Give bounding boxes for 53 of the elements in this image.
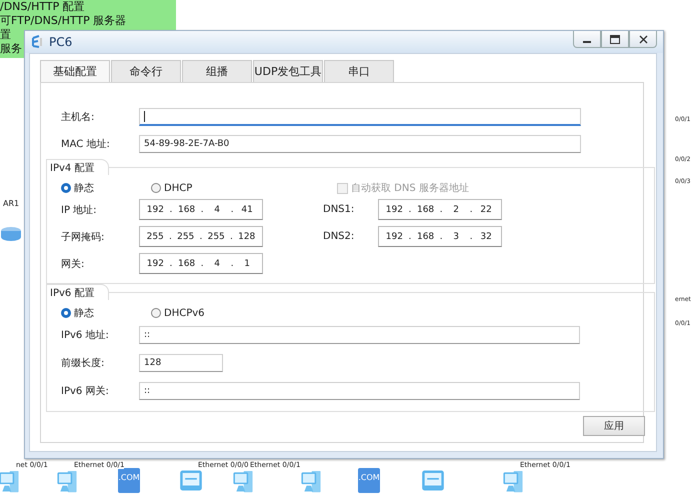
radio-button[interactable] bbox=[151, 308, 161, 318]
radio-button[interactable] bbox=[61, 183, 71, 193]
ipv6-address-field[interactable]: :: bbox=[139, 326, 580, 344]
tab[interactable]: 组播 bbox=[182, 60, 252, 82]
ipv6-gateway-field[interactable]: :: bbox=[139, 382, 580, 400]
prefix-length-field[interactable]: 128 bbox=[139, 354, 223, 372]
note-text: 服务 bbox=[0, 42, 22, 56]
field-label: 网关: bbox=[61, 258, 86, 270]
router-label: AR1 bbox=[3, 199, 20, 208]
radio-label: 静态 bbox=[74, 182, 94, 195]
ip-field[interactable]: 192 . 168 . 2 . 22 bbox=[378, 199, 502, 220]
radio-label: 静态 bbox=[74, 306, 94, 320]
server-label: .COM bbox=[118, 473, 140, 483]
note-text: 置 bbox=[0, 28, 11, 42]
field-label: DNS2: bbox=[323, 231, 356, 242]
note-text: 可FTP/DNS/HTTP 服务器 bbox=[0, 14, 126, 28]
server-label: .COM bbox=[358, 473, 380, 483]
apply-button[interactable]: 应用 bbox=[583, 416, 645, 436]
minimize-icon bbox=[583, 41, 591, 43]
radio-label: DHCP bbox=[164, 182, 192, 194]
ip-field[interactable]: 255 . 255 . 255 . 128 bbox=[139, 226, 263, 247]
field-label: MAC 地址: bbox=[61, 138, 111, 150]
maximize-button[interactable] bbox=[601, 31, 629, 48]
field-label: IPv6 网关: bbox=[61, 384, 110, 398]
maximize-icon bbox=[610, 34, 620, 44]
checkbox-label: 自动获取 DNS 服务器地址 bbox=[351, 182, 469, 195]
ip-field[interactable]: 192 . 168 . 4 . 41 bbox=[139, 199, 263, 220]
radio-button[interactable] bbox=[151, 183, 161, 193]
close-icon bbox=[638, 34, 648, 44]
text-cursor bbox=[144, 110, 145, 122]
tab[interactable]: 串口 bbox=[324, 60, 394, 82]
field-label: IP 地址: bbox=[61, 204, 98, 216]
hostname-field[interactable] bbox=[139, 108, 581, 126]
ip-field[interactable]: 192 . 168 . 4 . 1 bbox=[139, 253, 263, 274]
tab[interactable]: 命令行 bbox=[111, 60, 181, 82]
note-text: /DNS/HTTP 配置 bbox=[0, 0, 85, 14]
radio-button[interactable] bbox=[61, 308, 71, 318]
tab[interactable]: UDP发包工具 bbox=[253, 60, 323, 82]
field-label: IPv6 地址: bbox=[61, 328, 110, 342]
window-title: PC6 bbox=[49, 35, 72, 49]
radio-label: DHCPv6 bbox=[164, 308, 205, 318]
field-label: 前缀长度: bbox=[61, 356, 106, 370]
field-label: 子网掩码: bbox=[61, 230, 106, 244]
group-title: IPv4 配置 bbox=[46, 159, 110, 175]
tab[interactable]: 基础配置 bbox=[40, 60, 110, 82]
router-icon bbox=[0, 226, 22, 242]
field-label: 主机名: bbox=[61, 110, 96, 124]
close-button[interactable] bbox=[629, 31, 657, 48]
group-title: IPv6 配置 bbox=[46, 284, 110, 300]
mac-field[interactable]: 54-89-98-2E-7A-B0 bbox=[139, 134, 581, 152]
ip-field[interactable]: 192 . 168 . 3 . 32 bbox=[378, 226, 502, 247]
minimize-button[interactable] bbox=[573, 31, 601, 48]
field-label: DNS1: bbox=[323, 204, 356, 215]
